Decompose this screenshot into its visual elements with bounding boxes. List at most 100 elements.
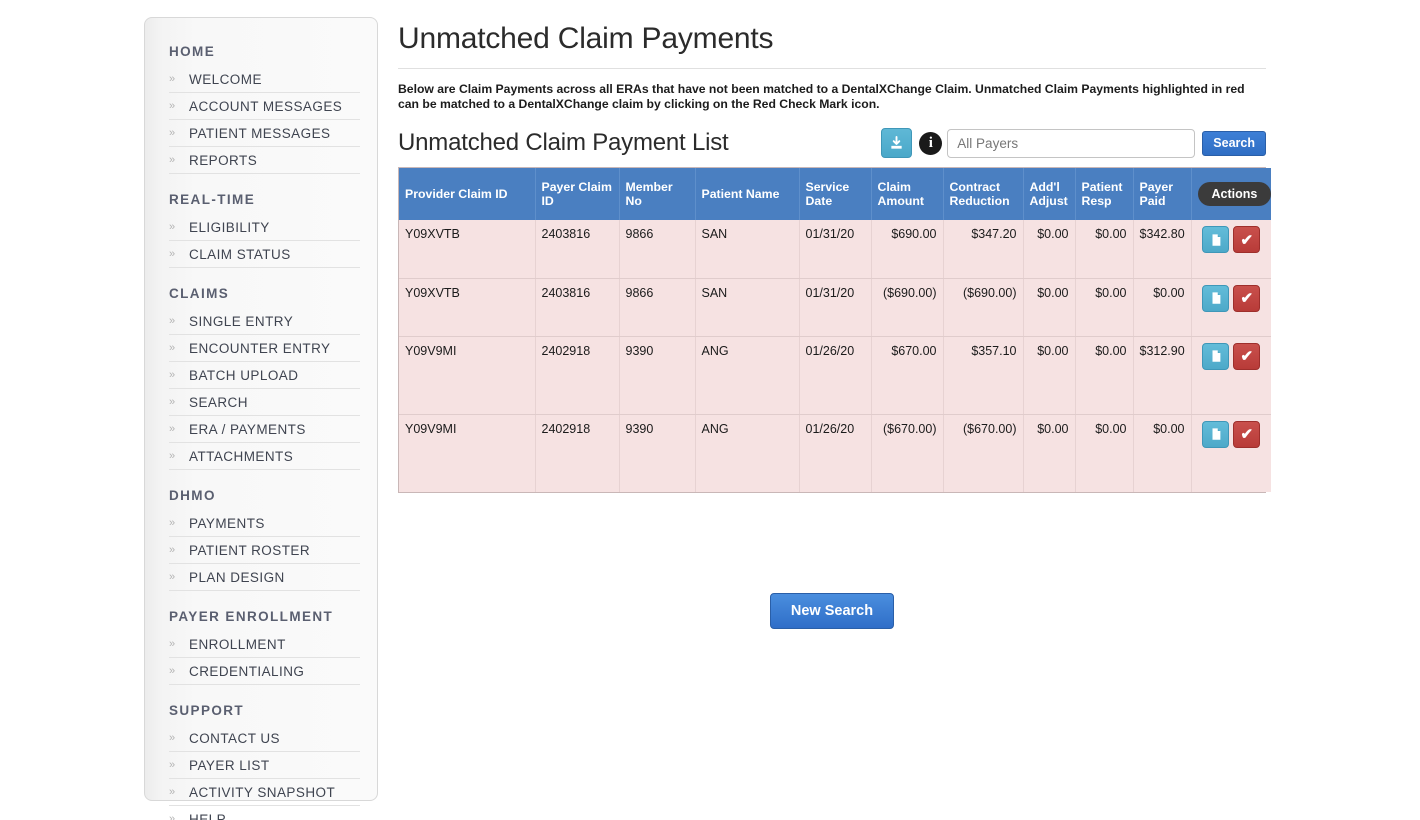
cell-payer-claim-id: 2403816 [535,278,620,337]
actions-badge: Actions [1197,182,1272,206]
list-title: Unmatched Claim Payment List [398,129,729,156]
view-details-button[interactable] [1202,226,1230,253]
cell-patient-resp: $0.00 [1075,414,1134,492]
chevron-double-right-icon: » [169,543,175,556]
match-claim-button[interactable]: ✔ [1233,284,1261,312]
table-row: Y09V9MI 2402918 9390 ANG 01/26/20 $670.00 $357… [399,336,1271,415]
sidebar-item-label: SEARCH [189,394,248,410]
chevron-double-right-icon: » [169,758,175,771]
chevron-double-right-icon: » [169,637,175,650]
sidebar-item-claim-status[interactable]: » CLAIM STATUS [169,241,360,268]
chevron-double-right-icon: » [169,247,175,260]
cell-claim-amount: $690.00 [871,220,944,279]
chevron-double-right-icon: » [169,516,175,529]
export-button[interactable] [881,128,913,158]
table-body: Y09XVTB 2403816 9866 SAN 01/31/20 $690.00 $347… [399,220,1271,492]
sidebar-item-reports[interactable]: » REPORTS [169,147,360,174]
cell-contract-reduction: $357.10 [943,336,1024,415]
sidebar-item-payer-list[interactable]: » PAYER LIST [169,752,360,779]
cell-patient-resp: $0.00 [1075,278,1134,337]
cell-patient-resp: $0.00 [1075,220,1134,279]
new-search-button[interactable]: New Search [769,593,895,629]
chevron-double-right-icon: » [169,72,175,85]
sidebar-item-label: PAYMENTS [189,515,265,531]
sidebar-item-patient-messages[interactable]: » PATIENT MESSAGES [169,120,360,147]
match-claim-button[interactable]: ✔ [1233,342,1261,370]
column-header: Claim Amount [871,168,944,220]
sidebar-item-label: PAYER LIST [189,757,270,773]
cell-claim-amount: ($670.00) [871,414,944,492]
cell-addl-adjust: $0.00 [1023,220,1076,279]
sidebar-item-label: ACTIVITY SNAPSHOT [189,784,336,800]
sidebar-item-single-entry[interactable]: » SINGLE ENTRY [169,308,360,335]
cell-addl-adjust: $0.00 [1023,278,1076,337]
sidebar-group-heading: DHMO [169,488,216,503]
sidebar-item-label: CONTACT US [189,730,281,746]
cell-contract-reduction: $347.20 [943,220,1024,279]
payer-filter-input[interactable] [947,128,1196,158]
sidebar-item-activity-snapshot[interactable]: » ACTIVITY SNAPSHOT [169,779,360,806]
sidebar-group-heading: REAL-TIME [169,192,256,207]
check-mark-icon: ✔ [1240,290,1254,307]
column-header: Patient Name [695,168,800,220]
check-mark-icon: ✔ [1240,231,1254,249]
sidebar-group-heading: PAYER ENROLLMENT [169,609,334,624]
cell-member-no: 9866 [619,220,696,279]
sidebar-item-era-payments[interactable]: » ERA / PAYMENTS [169,416,360,443]
view-details-button[interactable] [1202,420,1230,448]
search-button[interactable]: Search [1202,130,1266,156]
download-icon [891,135,902,149]
chevron-double-right-icon: » [169,731,175,744]
sidebar-item-label: ATTACHMENTS [189,448,294,464]
sidebar-item-encounter-entry[interactable]: » ENCOUNTER ENTRY [169,335,360,362]
sidebar-item-patient-roster[interactable]: » PATIENT ROSTER [169,537,360,564]
sidebar-item-label: ELIGIBILITY [189,219,270,235]
sidebar-item-contact-us[interactable]: » CONTACT US [169,725,360,752]
sidebar-item-attachments[interactable]: » ATTACHMENTS [169,443,360,470]
column-header: Member No [619,168,696,220]
sidebar-item-label: WELCOME [189,71,262,87]
view-details-button[interactable] [1202,284,1230,312]
cell-patient-resp: $0.00 [1075,336,1134,415]
sidebar-item-help[interactable]: » HELP [169,806,360,820]
sidebar-item-credentialing[interactable]: » CREDENTIALING [169,658,360,685]
table-row: Y09XVTB 2403816 9866 SAN 01/31/20 ($690.00) ($… [399,278,1271,337]
main-content: Unmatched Claim Payments Below are Claim… [398,22,1272,629]
chevron-double-right-icon: » [169,126,175,139]
chevron-double-right-icon: » [169,153,175,166]
sidebar-item-label: PATIENT MESSAGES [189,125,331,141]
column-header-actions: Actions [1191,168,1272,220]
match-claim-button[interactable]: ✔ [1233,226,1261,253]
claims-table-container: Provider Claim ID Payer Claim ID Member No… [398,167,1272,493]
cell-payer-claim-id: 2402918 [535,336,620,415]
info-icon[interactable]: i [919,131,943,155]
sidebar-item-eligibility[interactable]: » ELIGIBILITY [169,214,360,241]
footer-actions: New Search [398,593,1266,629]
sidebar-item-label: ACCOUNT MESSAGES [189,98,343,114]
cell-contract-reduction: ($690.00) [943,278,1024,337]
sidebar-item-welcome[interactable]: » WELCOME [169,66,360,93]
sidebar-item-account-messages[interactable]: » ACCOUNT MESSAGES [169,93,360,120]
sidebar-group-heading: HOME [169,44,216,59]
sidebar-item-plan-design[interactable]: » PLAN DESIGN [169,564,360,591]
chevron-double-right-icon: » [169,422,175,435]
sidebar-item-payments[interactable]: » PAYMENTS [169,510,360,537]
unmatched-claim-payments-table: Provider Claim ID Payer Claim ID Member No… [399,168,1272,492]
cell-service-date: 01/26/20 [799,414,872,492]
sidebar-group: HOME » WELCOME » ACCOUNT MESSAGES » PATIENT ME… [169,44,360,174]
cell-patient-name: SAN [695,220,800,279]
match-claim-button[interactable]: ✔ [1233,420,1261,448]
cell-payer-claim-id: 2403816 [535,220,620,279]
cell-payer-claim-id: 2402918 [535,414,620,492]
sidebar-group-heading: CLAIMS [169,286,230,301]
cell-provider-claim-id: Y09V9MI [399,336,536,415]
page-title: Unmatched Claim Payments [398,22,1266,69]
sidebar: HOME » WELCOME » ACCOUNT MESSAGES » PATIENT ME… [144,17,378,820]
sidebar-item-search[interactable]: » SEARCH [169,389,360,416]
sidebar-item-enrollment[interactable]: » ENROLLMENT [169,631,360,658]
sidebar-item-label: CLAIM STATUS [189,246,291,262]
cell-member-no: 9390 [619,414,696,492]
chevron-double-right-icon: » [169,785,175,798]
view-details-button[interactable] [1202,342,1230,370]
sidebar-item-batch-upload[interactable]: » BATCH UPLOAD [169,362,360,389]
